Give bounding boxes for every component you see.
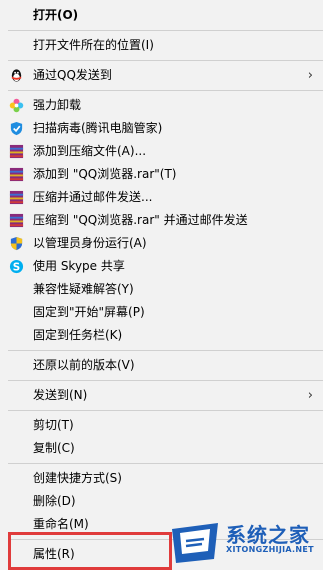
watermark-url: XITONGZHIJIA.NET: [226, 545, 314, 554]
menu-item-cut[interactable]: 剪切(T): [0, 414, 323, 437]
menu-item-delete-label: 删除(D): [33, 494, 76, 508]
menu-item-run-admin-label: 以管理员身份运行(A): [33, 236, 147, 250]
menu-item-scan-label: 扫描病毒(腾讯电脑管家): [33, 121, 163, 135]
watermark-title: 系统之家: [226, 523, 310, 547]
menu-item-open[interactable]: 打开(O): [0, 4, 323, 27]
uac-shield-icon: [10, 236, 23, 251]
menu-item-delete[interactable]: 删除(D): [0, 490, 323, 513]
menu-item-open-location[interactable]: 打开文件所在的位置(I): [0, 34, 323, 57]
properties-highlight-box: [8, 532, 172, 570]
menu-item-rename-label: 重命名(M): [33, 517, 89, 531]
menu-item-compat-label: 兼容性疑难解答(Y): [33, 282, 134, 296]
menu-item-pin-start-label: 固定到"开始"屏幕(P): [33, 305, 145, 319]
menu-item-copy-label: 复制(C): [33, 441, 75, 455]
watermark: 系统之家 XITONGZHIJIA.NET: [168, 518, 323, 568]
menu-item-uninstall[interactable]: 强力卸载: [0, 94, 323, 117]
winrar-icon: [9, 167, 24, 182]
menu-separator: [8, 60, 323, 61]
menu-item-pin-taskbar[interactable]: 固定到任务栏(K): [0, 324, 323, 347]
menu-item-add-rar-label: 添加到 "QQ浏览器.rar"(T): [33, 167, 177, 181]
winrar-icon: [9, 144, 24, 159]
menu-item-skype-share[interactable]: S 使用 Skype 共享: [0, 255, 323, 278]
menu-item-open-location-label: 打开文件所在的位置(I): [33, 38, 154, 52]
uninstall-flower-icon: [9, 98, 24, 113]
winrar-icon: [9, 213, 24, 228]
menu-separator: [8, 30, 323, 31]
menu-item-pin-start[interactable]: 固定到"开始"屏幕(P): [0, 301, 323, 324]
menu-item-add-archive[interactable]: 添加到压缩文件(A)...: [0, 140, 323, 163]
menu-separator: [8, 90, 323, 91]
skype-icon: S: [9, 259, 24, 273]
menu-item-send-qq-label: 通过QQ发送到: [33, 68, 112, 82]
menu-item-create-shortcut-label: 创建快捷方式(S): [33, 471, 122, 485]
watermark-logo-icon: [172, 523, 218, 563]
menu-item-uninstall-label: 强力卸载: [33, 98, 82, 112]
shield-scan-icon: [10, 121, 23, 136]
menu-item-compat[interactable]: 兼容性疑难解答(Y): [0, 278, 323, 301]
winrar-icon: [9, 190, 24, 205]
menu-item-compress-rar-email-label: 压缩到 "QQ浏览器.rar" 并通过邮件发送: [33, 213, 248, 227]
menu-separator: [8, 380, 323, 381]
menu-item-copy[interactable]: 复制(C): [0, 437, 323, 460]
menu-item-restore-label: 还原以前的版本(V): [33, 358, 135, 372]
menu-separator: [8, 463, 323, 464]
menu-item-run-admin[interactable]: 以管理员身份运行(A): [0, 232, 323, 255]
svg-text:S: S: [13, 261, 20, 273]
menu-separator: [8, 410, 323, 411]
menu-item-open-label: 打开(O): [33, 8, 79, 22]
menu-item-send-to[interactable]: 发送到(N) ›: [0, 384, 323, 407]
menu-item-pin-taskbar-label: 固定到任务栏(K): [33, 328, 123, 342]
menu-item-send-qq[interactable]: 通过QQ发送到 ›: [0, 64, 323, 87]
chevron-right-icon: ›: [307, 68, 313, 83]
menu-item-add-archive-label: 添加到压缩文件(A)...: [33, 144, 147, 158]
menu-separator: [8, 350, 323, 351]
context-menu: 打开(O) 打开文件所在的位置(I) 通过QQ发送到 › 强力卸载 扫描病毒(腾…: [0, 0, 323, 568]
menu-item-compress-email[interactable]: 压缩并通过邮件发送...: [0, 186, 323, 209]
menu-item-skype-share-label: 使用 Skype 共享: [33, 259, 125, 273]
qq-penguin-icon: [11, 69, 22, 82]
menu-item-add-rar[interactable]: 添加到 "QQ浏览器.rar"(T): [0, 163, 323, 186]
menu-item-restore[interactable]: 还原以前的版本(V): [0, 354, 323, 377]
chevron-right-icon: ›: [307, 388, 313, 403]
menu-item-compress-rar-email[interactable]: 压缩到 "QQ浏览器.rar" 并通过邮件发送: [0, 209, 323, 232]
menu-item-scan[interactable]: 扫描病毒(腾讯电脑管家): [0, 117, 323, 140]
menu-item-create-shortcut[interactable]: 创建快捷方式(S): [0, 467, 323, 490]
menu-item-cut-label: 剪切(T): [33, 418, 74, 432]
menu-item-send-to-label: 发送到(N): [33, 388, 88, 402]
menu-item-compress-email-label: 压缩并通过邮件发送...: [33, 190, 153, 204]
